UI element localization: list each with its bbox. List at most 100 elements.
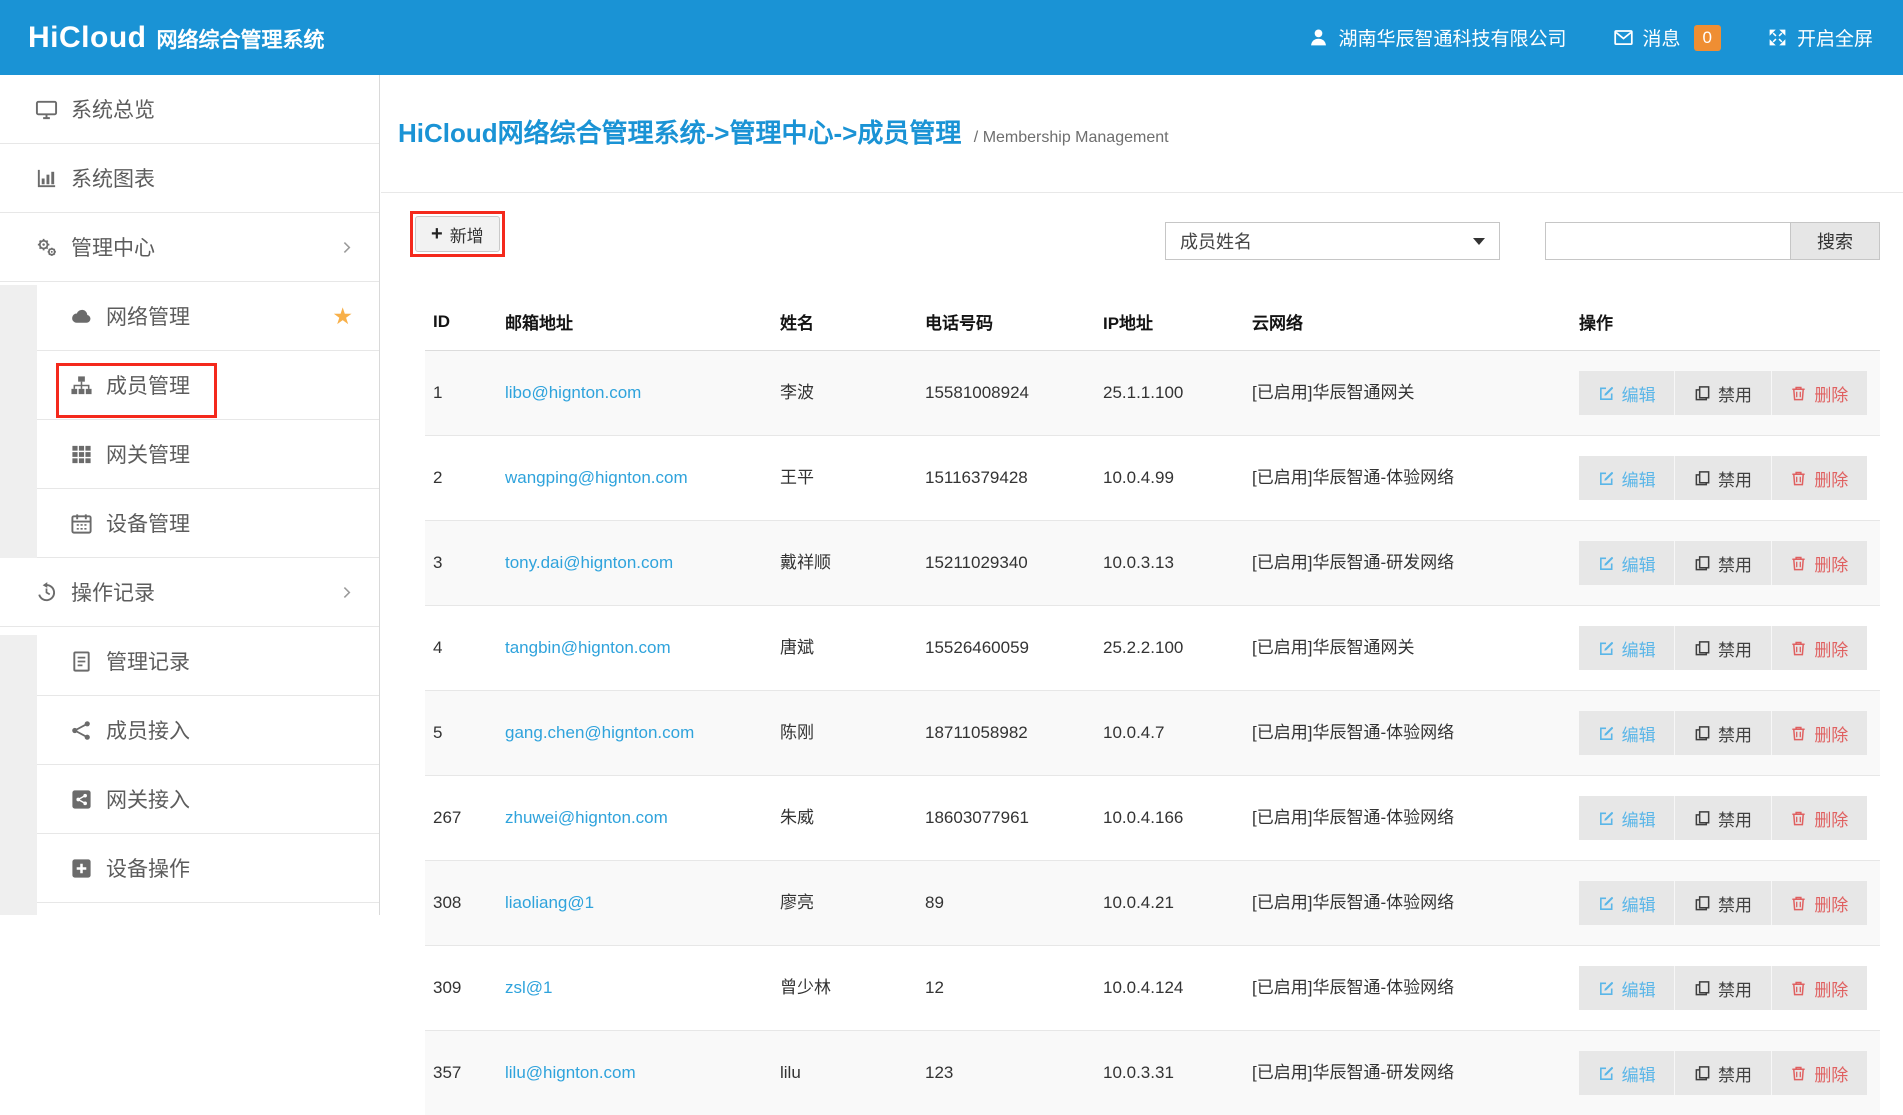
trash-icon <box>1790 1065 1807 1082</box>
cell-email: zhuwei@hignton.com <box>497 776 772 861</box>
sidebar-item-member-access[interactable]: 成员接入 <box>37 696 379 765</box>
cell-actions: 编辑 禁用 删除 <box>1564 861 1880 946</box>
cell-phone: 18603077961 <box>917 776 1095 861</box>
sitemap-icon <box>70 374 93 397</box>
disable-button[interactable]: 禁用 <box>1674 456 1770 500</box>
edit-button[interactable]: 编辑 <box>1579 456 1674 500</box>
delete-button[interactable]: 删除 <box>1771 456 1867 500</box>
disable-button[interactable]: 禁用 <box>1674 541 1770 585</box>
disable-button[interactable]: 禁用 <box>1674 711 1770 755</box>
sidebar: 系统总览 系统图表 管理中心 网络管理 ★ 成员管理 网关管理 设备管理 操作记… <box>0 75 380 915</box>
row-action-group: 编辑 禁用 删除 <box>1579 711 1867 755</box>
sidebar-item-system-overview[interactable]: 系统总览 <box>0 75 379 144</box>
chevron-right-icon <box>338 239 355 256</box>
sidebar-item-label: 设备操作 <box>106 853 190 883</box>
clone-icon <box>1694 470 1711 487</box>
delete-button[interactable]: 删除 <box>1771 541 1867 585</box>
delete-button[interactable]: 删除 <box>1771 881 1867 925</box>
delete-button[interactable]: 删除 <box>1771 796 1867 840</box>
edit-button[interactable]: 编辑 <box>1579 371 1674 415</box>
cell-email: tony.dai@hignton.com <box>497 521 772 606</box>
cell-phone: 18711058982 <box>917 691 1095 776</box>
cell-phone: 15116379428 <box>917 436 1095 521</box>
email-link[interactable]: liaoliang@1 <box>505 893 594 912</box>
email-link[interactable]: libo@hignton.com <box>505 383 641 402</box>
fullscreen-button[interactable]: 开启全屏 <box>1767 24 1873 51</box>
cell-name: 戴祥顺 <box>772 521 917 606</box>
disable-button[interactable]: 禁用 <box>1674 1051 1770 1095</box>
sidebar-item-label: 网络管理 <box>106 301 190 331</box>
sidebar-item-operation-records[interactable]: 操作记录 <box>0 558 379 627</box>
search-button[interactable]: 搜索 <box>1790 222 1880 260</box>
email-link[interactable]: lilu@hignton.com <box>505 1063 636 1082</box>
sidebar-item-system-charts[interactable]: 系统图表 <box>0 144 379 213</box>
trash-icon <box>1790 640 1807 657</box>
sidebar-item-admin-center[interactable]: 管理中心 <box>0 213 379 282</box>
edit-icon <box>1598 555 1615 572</box>
sidebar-item-label: 操作记录 <box>71 577 155 607</box>
row-action-group: 编辑 禁用 删除 <box>1579 796 1867 840</box>
cell-email: gang.chen@hignton.com <box>497 691 772 776</box>
search-input[interactable] <box>1545 222 1791 260</box>
edit-icon <box>1598 640 1615 657</box>
delete-button[interactable]: 删除 <box>1771 626 1867 670</box>
email-link[interactable]: zhuwei@hignton.com <box>505 808 668 827</box>
bar-chart-icon <box>35 167 58 190</box>
sidebar-item-member-mgmt[interactable]: 成员管理 <box>37 351 379 420</box>
email-link[interactable]: wangping@hignton.com <box>505 468 688 487</box>
members-table: ID 邮箱地址 姓名 电话号码 IP地址 云网络 操作 1 libo@hignt… <box>425 293 1880 1115</box>
email-link[interactable]: tony.dai@hignton.com <box>505 553 673 572</box>
messages-button[interactable]: 消息 0 <box>1613 24 1721 51</box>
cell-id: 1 <box>425 351 497 436</box>
trash-icon <box>1790 810 1807 827</box>
company-account[interactable]: 湖南华辰智通科技有限公司 <box>1308 24 1566 51</box>
cell-name: 曾少林 <box>772 946 917 1031</box>
edit-button[interactable]: 编辑 <box>1579 966 1674 1010</box>
filter-dropdown[interactable]: 成员姓名 <box>1165 222 1500 260</box>
disable-button[interactable]: 禁用 <box>1674 966 1770 1010</box>
share-icon <box>70 719 93 742</box>
sidebar-item-device-operation[interactable]: 设备操作 <box>37 834 379 903</box>
delete-button[interactable]: 删除 <box>1771 966 1867 1010</box>
page-header: HiCloud网络综合管理系统->管理中心->成员管理 / Membership… <box>381 75 1903 193</box>
email-link[interactable]: zsl@1 <box>505 978 553 997</box>
cell-name: 唐斌 <box>772 606 917 691</box>
gears-icon <box>35 236 58 259</box>
edit-button[interactable]: 编辑 <box>1579 796 1674 840</box>
cell-network: [已启用]华辰智通-研发网络 <box>1244 1031 1564 1115</box>
col-header-phone: 电话号码 <box>917 293 1095 351</box>
plus-icon: + <box>431 224 443 244</box>
delete-button[interactable]: 删除 <box>1771 711 1867 755</box>
cell-ip: 25.1.1.100 <box>1095 351 1244 436</box>
edit-button[interactable]: 编辑 <box>1579 626 1674 670</box>
edit-button[interactable]: 编辑 <box>1579 1051 1674 1095</box>
sidebar-item-network-mgmt[interactable]: 网络管理 ★ <box>37 282 379 351</box>
sidebar-item-label: 系统图表 <box>71 163 155 193</box>
trash-icon <box>1790 895 1807 912</box>
cell-actions: 编辑 禁用 删除 <box>1564 1031 1880 1115</box>
edit-button[interactable]: 编辑 <box>1579 881 1674 925</box>
delete-button[interactable]: 删除 <box>1771 1051 1867 1095</box>
email-link[interactable]: gang.chen@hignton.com <box>505 723 694 742</box>
edit-button[interactable]: 编辑 <box>1579 541 1674 585</box>
disable-button[interactable]: 禁用 <box>1674 626 1770 670</box>
cell-email: tangbin@hignton.com <box>497 606 772 691</box>
add-button[interactable]: + 新增 <box>415 216 500 252</box>
disable-button[interactable]: 禁用 <box>1674 881 1770 925</box>
sidebar-item-device-mgmt[interactable]: 设备管理 <box>37 489 379 558</box>
edit-button[interactable]: 编辑 <box>1579 711 1674 755</box>
cell-ip: 10.0.3.13 <box>1095 521 1244 606</box>
table-row: 357 lilu@hignton.com lilu 123 10.0.3.31 … <box>425 1031 1880 1115</box>
sidebar-item-admin-records[interactable]: 管理记录 <box>37 627 379 696</box>
disable-button[interactable]: 禁用 <box>1674 371 1770 415</box>
chevron-right-icon <box>338 584 355 601</box>
cell-ip: 10.0.4.7 <box>1095 691 1244 776</box>
disable-button[interactable]: 禁用 <box>1674 796 1770 840</box>
cell-actions: 编辑 禁用 删除 <box>1564 351 1880 436</box>
delete-button[interactable]: 删除 <box>1771 371 1867 415</box>
sidebar-item-gateway-mgmt[interactable]: 网关管理 <box>37 420 379 489</box>
email-link[interactable]: tangbin@hignton.com <box>505 638 671 657</box>
cell-ip: 10.0.3.31 <box>1095 1031 1244 1115</box>
sidebar-item-gateway-access[interactable]: 网关接入 <box>37 765 379 834</box>
edit-icon <box>1598 470 1615 487</box>
